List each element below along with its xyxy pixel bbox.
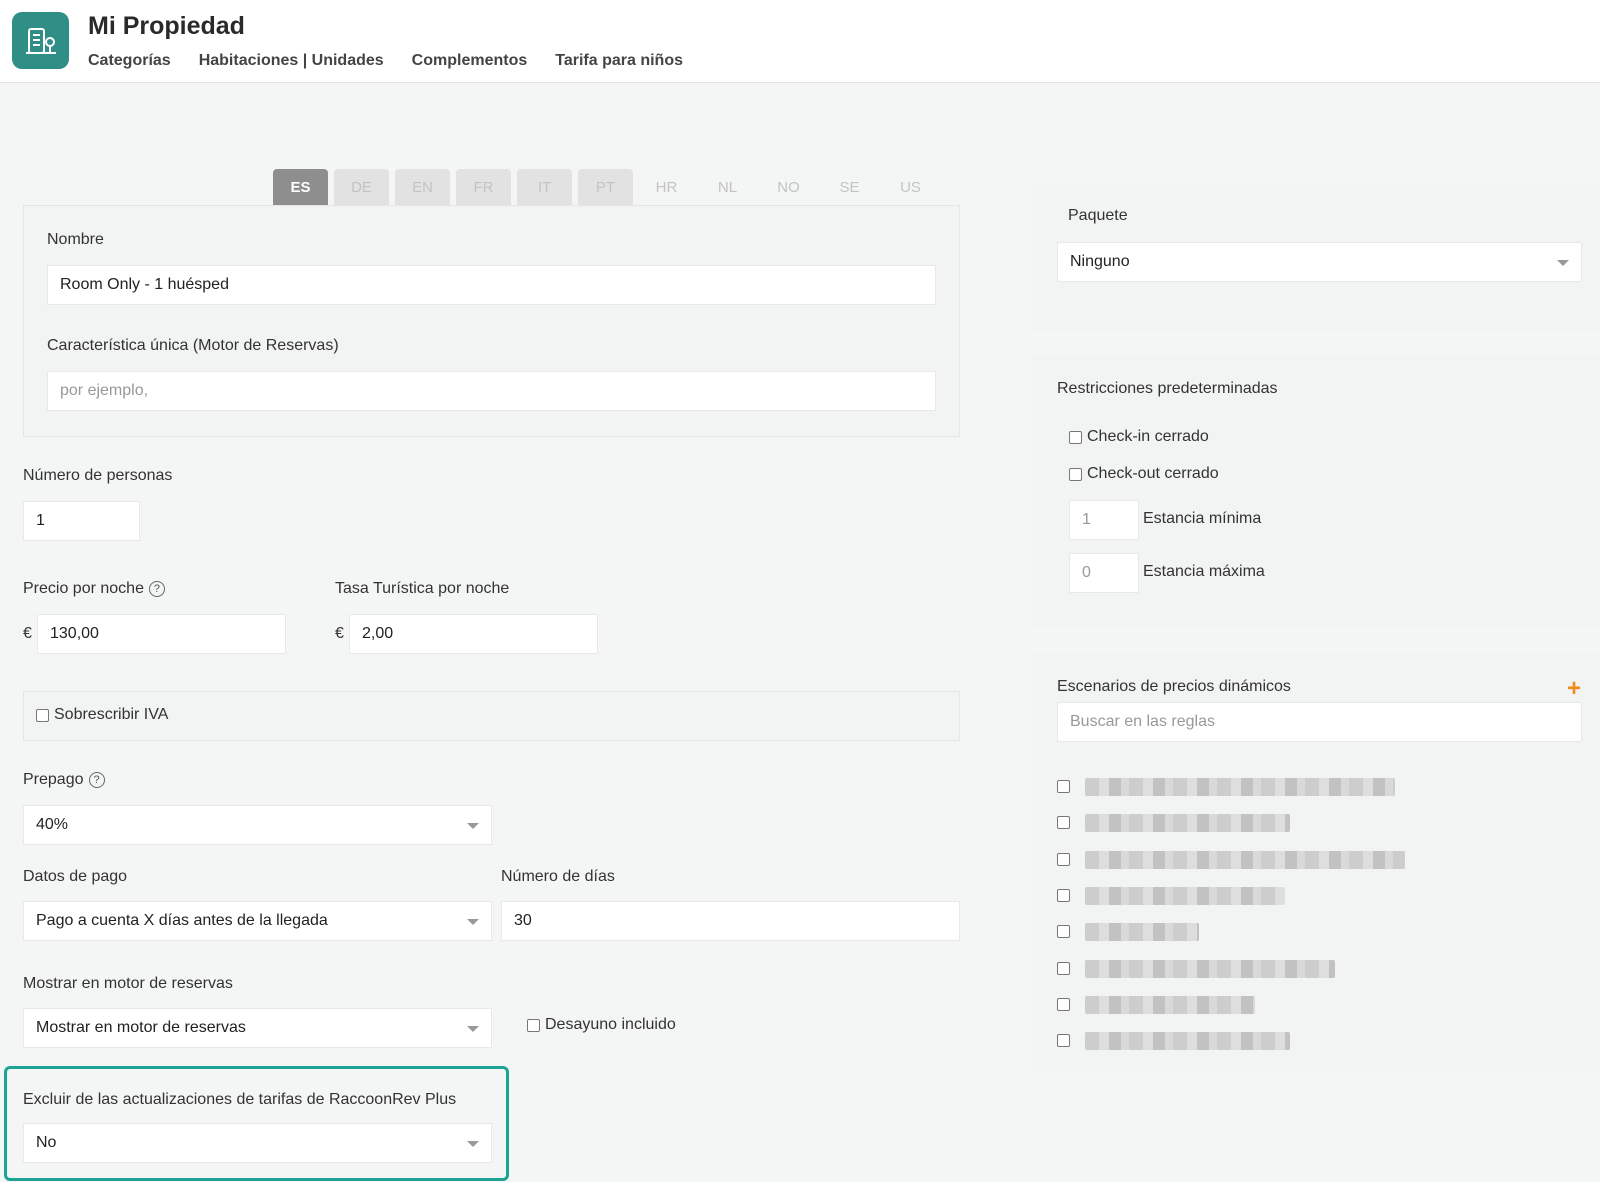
nav-complementos[interactable]: Complementos: [412, 52, 528, 70]
vat-override-checkbox[interactable]: Sobrescribir IVA: [36, 706, 168, 724]
price-label: Precio por noche?: [23, 580, 165, 598]
rule-label-redacted: [1085, 996, 1255, 1014]
show-label: Mostrar en motor de reservas: [23, 975, 233, 992]
feature-input[interactable]: por ejemplo,: [47, 371, 936, 411]
rule-label-redacted: [1085, 1032, 1290, 1050]
app-header: Mi Propiedad Categorías Habitaciones | U…: [0, 0, 1600, 83]
prepay-label: Prepago?: [23, 771, 105, 789]
rule-checkbox[interactable]: [1057, 816, 1070, 829]
tax-label: Tasa Turística por noche: [335, 580, 510, 597]
checkout-closed-label: Check-out cerrado: [1087, 465, 1219, 482]
chevron-down-icon: [1557, 260, 1569, 266]
show-value: Mostrar en motor de reservas: [36, 1019, 246, 1036]
rules-search-input[interactable]: Buscar en las reglas: [1057, 702, 1582, 742]
top-nav: Categorías Habitaciones | Unidades Compl…: [88, 52, 683, 70]
price-label-text: Precio por noche: [23, 580, 144, 597]
rule-label-redacted: [1085, 778, 1395, 796]
payment-select[interactable]: Pago a cuenta X días antes de la llegada: [23, 901, 492, 941]
rule-checkbox[interactable]: [1057, 780, 1070, 793]
name-label: Nombre: [47, 231, 104, 248]
rule-label-redacted: [1085, 923, 1199, 941]
chevron-down-icon: [467, 919, 479, 925]
days-input[interactable]: 30: [501, 901, 960, 941]
package-select[interactable]: Ninguno: [1057, 242, 1582, 282]
payment-value: Pago a cuenta X días antes de la llegada: [36, 912, 328, 929]
tab-lang-nl[interactable]: NL: [700, 169, 755, 205]
checkout-closed-checkbox[interactable]: Check-out cerrado: [1069, 465, 1219, 483]
breakfast-checkbox[interactable]: Desayuno incluido: [527, 1016, 676, 1034]
price-currency: €: [23, 625, 32, 642]
checkin-closed-label: Check-in cerrado: [1087, 428, 1209, 445]
building-icon[interactable]: [12, 12, 69, 69]
tab-lang-no[interactable]: NO: [761, 169, 816, 205]
tab-lang-fr[interactable]: FR: [456, 169, 511, 205]
price-input[interactable]: 130,00: [37, 614, 286, 654]
tab-lang-pt[interactable]: PT: [578, 169, 633, 205]
toolbar-band: [0, 84, 1600, 156]
prepay-select[interactable]: 40%: [23, 805, 492, 845]
chevron-down-icon: [467, 823, 479, 829]
rule-checkbox[interactable]: [1057, 889, 1070, 902]
max-stay-input[interactable]: 0: [1069, 553, 1139, 593]
breakfast-label: Desayuno incluido: [545, 1016, 676, 1033]
prepay-value: 40%: [36, 816, 69, 833]
tab-lang-us[interactable]: US: [883, 169, 938, 205]
language-tabs: ES DE EN FR IT PT HR NL NO SE US: [273, 169, 938, 205]
rule-label-redacted: [1085, 814, 1290, 832]
tab-lang-hr[interactable]: HR: [639, 169, 694, 205]
dynamic-title: Escenarios de precios dinámicos: [1057, 678, 1291, 695]
help-icon[interactable]: ?: [88, 771, 105, 788]
exclude-value: No: [36, 1134, 57, 1151]
restrictions-title: Restricciones predeterminadas: [1057, 380, 1278, 397]
checkbox-box[interactable]: [1069, 430, 1082, 444]
exclude-label: Excluir de las actualizaciones de tarifa…: [23, 1091, 457, 1108]
app-title: Mi Propiedad: [88, 12, 245, 40]
tax-input[interactable]: 2,00: [349, 614, 598, 654]
tax-currency: €: [335, 625, 344, 642]
rule-checkbox[interactable]: [1057, 998, 1070, 1011]
show-select[interactable]: Mostrar en motor de reservas: [23, 1008, 492, 1048]
chevron-down-icon: [467, 1026, 479, 1032]
prepay-label-text: Prepago: [23, 771, 84, 788]
tab-lang-es[interactable]: ES: [273, 169, 328, 205]
nav-habitaciones[interactable]: Habitaciones | Unidades: [199, 52, 384, 70]
persons-label: Número de personas: [23, 467, 173, 484]
package-label: Paquete: [1068, 207, 1128, 224]
checkbox-box[interactable]: [36, 708, 49, 722]
rule-label-redacted: [1085, 851, 1405, 869]
package-value: Ninguno: [1070, 253, 1130, 270]
nav-categorias[interactable]: Categorías: [88, 52, 171, 70]
chevron-down-icon: [467, 1141, 479, 1147]
rule-checkbox[interactable]: [1057, 925, 1070, 938]
min-stay-input[interactable]: 1: [1069, 500, 1139, 540]
rule-checkbox[interactable]: [1057, 853, 1070, 866]
tab-lang-en[interactable]: EN: [395, 169, 450, 205]
persons-input[interactable]: 1: [23, 501, 140, 541]
name-input[interactable]: Room Only - 1 huésped: [47, 265, 936, 305]
exclude-select[interactable]: No: [23, 1123, 492, 1163]
feature-label: Característica única (Motor de Reservas): [47, 337, 339, 354]
tab-lang-it[interactable]: IT: [517, 169, 572, 205]
help-icon[interactable]: ?: [148, 580, 165, 597]
rule-label-redacted: [1085, 960, 1335, 978]
checkin-closed-checkbox[interactable]: Check-in cerrado: [1069, 428, 1209, 446]
payment-label: Datos de pago: [23, 868, 128, 885]
tab-lang-de[interactable]: DE: [334, 169, 389, 205]
max-stay-label: Estancia máxima: [1143, 563, 1265, 580]
nav-tarifa-ninos[interactable]: Tarifa para niños: [555, 52, 683, 70]
min-stay-label: Estancia mínima: [1143, 510, 1262, 527]
tab-lang-se[interactable]: SE: [822, 169, 877, 205]
checkbox-box[interactable]: [1069, 467, 1082, 481]
add-icon[interactable]: +: [1567, 677, 1581, 701]
rule-checkbox[interactable]: [1057, 1034, 1070, 1047]
checkbox-box[interactable]: [527, 1018, 540, 1032]
vat-override-label: Sobrescribir IVA: [54, 706, 169, 723]
rule-label-redacted: [1085, 887, 1285, 905]
rule-checkbox[interactable]: [1057, 962, 1070, 975]
days-label: Número de días: [501, 868, 615, 885]
